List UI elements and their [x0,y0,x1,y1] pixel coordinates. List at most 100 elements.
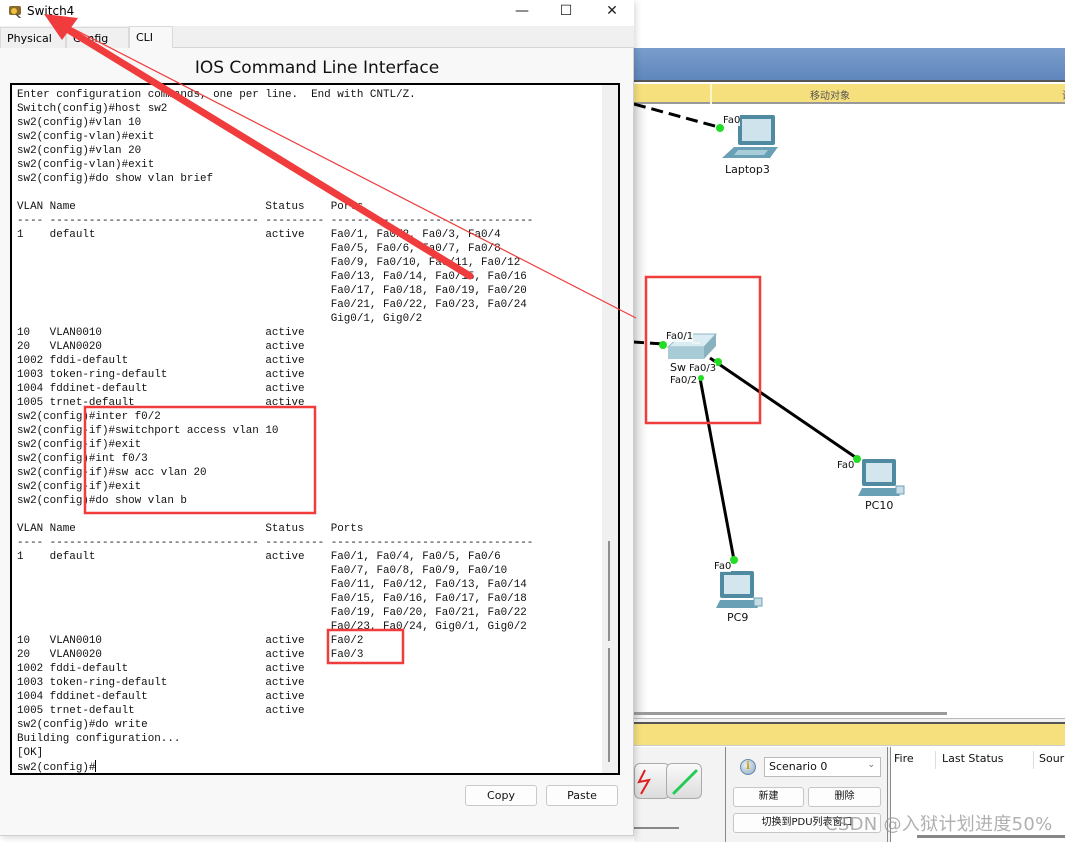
terminal-line: Fa0/17, Fa0/18, Fa0/19, Fa0/20 [17,285,527,297]
terminal-line: VLAN Name Status Ports [17,523,364,535]
pdu-col-last-status[interactable]: Last Status [942,752,1003,765]
terminal-line: sw2(config-if)#exit [17,439,142,451]
close-button[interactable]: ✕ [597,2,627,22]
terminal-scrollbar[interactable] [602,85,618,773]
scenario-dropdown[interactable]: Scenario 0 ⌄ [764,757,881,777]
canvas-horizontal-scrollbar[interactable] [634,712,947,715]
switch4-dialog: Switch4 — ☐ ✕ Physical Config CLI IOS Co… [0,0,634,836]
terminal-line: sw2(config)#int f0/3 [17,453,148,465]
terminal-line: sw2(config)#do show vlan brief [17,173,214,185]
terminal-line: sw2(config)#inter f0/2 [17,411,161,423]
terminal-line: Fa0/13, Fa0/14, Fa0/15, Fa0/16 [17,271,527,283]
pc9-label[interactable]: PC9 [727,611,748,624]
terminal-line: Fa0/7, Fa0/8, Fa0/9, Fa0/10 [17,565,508,577]
switch-port-fa0-2-label: Fa0/2 [670,375,698,386]
terminal-line: Fa0/15, Fa0/16, Fa0/17, Fa0/18 [17,593,527,605]
column-divider [1033,751,1034,769]
csdn-watermark: CSDN @入狱计划进度50% [825,814,1053,835]
cli-terminal[interactable]: Enter configuration commands, one per li… [10,83,620,775]
terminal-line: sw2(config-if)#switchport access vlan 10 [17,425,279,437]
scenario-value: Scenario 0 [769,760,828,773]
terminal-line: Gig0/1, Gig0/2 [17,313,423,325]
panel-separator [725,747,726,842]
link-sw-pc10[interactable] [709,356,859,461]
pc10-port-label: Fa0 [837,460,855,471]
terminal-line: 10 VLAN0010 active Fa0/2 [17,635,364,647]
tab-config[interactable]: Config [66,27,129,48]
new-scenario-button[interactable]: 新建 [733,787,804,807]
terminal-line: Fa0/11, Fa0/12, Fa0/13, Fa0/14 [17,579,527,591]
bottom-toolbar-bar [634,724,1065,746]
maximize-button[interactable]: ☐ [551,2,581,22]
delete-scenario-button[interactable]: 删除 [808,787,881,807]
switch-label[interactable]: Sw [670,361,686,374]
terminal-line: 1004 fddinet-default active [17,691,305,703]
terminal-line: Enter configuration commands, one per li… [17,89,416,101]
terminal-line: sw2(config)#vlan 10 [17,117,142,129]
terminal-line: 1002 fddi-default active [17,355,305,367]
pc10-icon[interactable] [858,459,905,496]
terminal-line: sw2(config)#vlan 20 [17,145,142,157]
auto-connection-button[interactable] [634,763,670,799]
terminal-line: sw2(config-vlan)#exit [17,159,155,171]
maximize-icon: ☐ [559,3,573,19]
pdu-col-fire[interactable]: Fire [894,752,914,765]
terminal-line: Switch(config)#host sw2 [17,103,168,115]
terminal-line: 1003 token-ring-default active [17,677,305,689]
terminal-line: 1005 trnet-default active [17,397,305,409]
terminal-line: sw2(config-if)#sw acc vlan 20 [17,467,207,479]
terminal-line: Fa0/9, Fa0/10, Fa0/11, Fa0/12 [17,257,521,269]
terminal-output: Enter configuration commands, one per li… [17,88,602,774]
laptop3-label[interactable]: Laptop3 [725,163,770,176]
switch-port-fa0-1-label: Fa0/1 [666,331,694,342]
terminal-prompt: sw2(config)# [17,762,96,774]
terminal-scroll-thumb[interactable] [608,648,610,762]
info-icon[interactable]: i [740,759,756,775]
terminal-line: 1004 fddinet-default active [17,383,305,395]
switch-port-fa0-3-label: Fa0/3 [689,363,717,374]
link-sw-pc9[interactable] [698,377,736,561]
pc10-label[interactable]: PC10 [865,499,893,512]
cli-heading: IOS Command Line Interface [194,58,440,78]
window-title: Switch4 [27,4,75,18]
tab-bar: Physical Config CLI [0,26,634,48]
terminal-line: 1 default active Fa0/1, Fa0/2, Fa0/3, Fa… [17,229,501,241]
title-bar[interactable]: Switch4 — ☐ ✕ [0,0,634,26]
pc9-icon[interactable] [716,571,763,608]
terminal-line: 20 VLAN0020 active Fa0/3 [17,649,364,661]
terminal-line: 10 VLAN0010 active [17,327,305,339]
terminal-line: sw2(config-vlan)#exit [17,131,155,143]
terminal-line: 1002 fddi-default active [17,663,305,675]
minimize-button[interactable]: — [507,2,537,22]
tool-scrollbar[interactable] [634,827,679,829]
column-divider [935,751,936,769]
tab-cli[interactable]: CLI [129,26,173,48]
straight-cable-button[interactable] [666,763,702,799]
terminal-scroll-thumb[interactable] [608,541,610,641]
port-status-sw-fa0-2 [698,375,704,381]
terminal-line: Fa0/19, Fa0/20, Fa0/21, Fa0/22 [17,607,527,619]
text-cursor [95,760,97,772]
terminal-prompt-line[interactable]: sw2(config)# [17,760,602,774]
terminal-line: sw2(config)#do show vlan b [17,495,187,507]
terminal-line: ---- -------------------------------- --… [17,215,534,227]
terminal-line: Building configuration... [17,733,181,745]
terminal-line: 1003 token-ring-default active [17,369,305,381]
switch-app-icon [9,6,21,18]
copy-button[interactable]: Copy [465,785,537,806]
pdu-col-source[interactable]: Sour [1039,752,1064,765]
terminal-line: sw2(config)#do write [17,719,148,731]
link-laptop3-dashed[interactable] [633,102,723,130]
chevron-down-icon: ⌄ [867,760,875,770]
port-status-sw-fa0-1 [659,341,667,349]
straight-cable-icon [672,769,698,795]
paste-button[interactable]: Paste [546,785,618,806]
terminal-line: sw2(config-if)#exit [17,481,142,493]
terminal-line: Fa0/21, Fa0/22, Fa0/23, Fa0/24 [17,299,527,311]
terminal-line: VLAN Name Status Ports [17,201,364,213]
tab-physical[interactable]: Physical [0,27,66,48]
terminal-line: ---- -------------------------------- --… [17,537,534,549]
terminal-line: Fa0/5, Fa0/6, Fa0/7, Fa0/8 [17,243,501,255]
